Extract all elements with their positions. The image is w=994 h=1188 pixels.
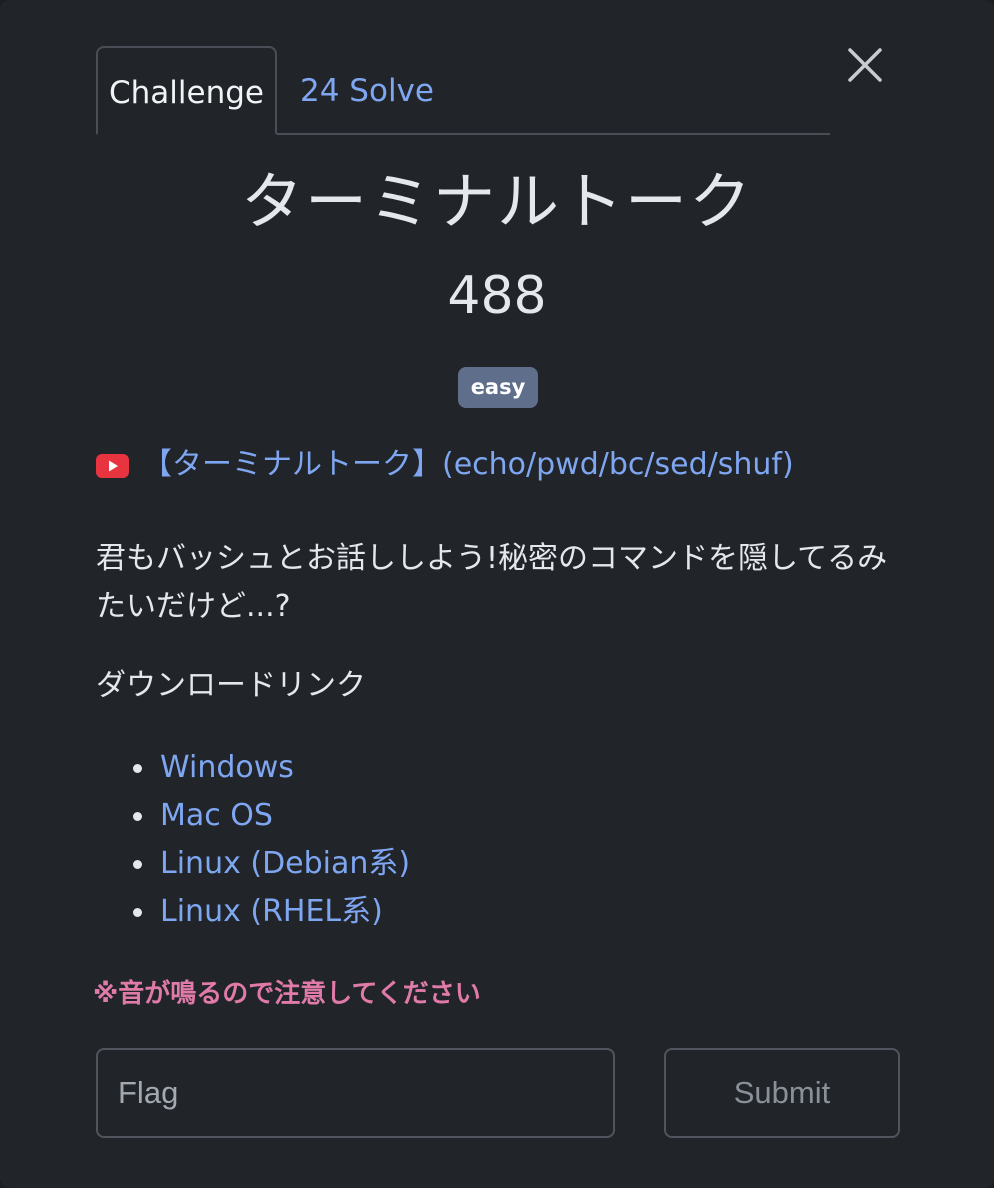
tab-challenge[interactable]: Challenge (96, 46, 277, 135)
bullet-icon (133, 908, 142, 917)
list-item: Linux (Debian系) (96, 840, 410, 888)
difficulty-badge: easy (458, 367, 538, 408)
close-button[interactable] (840, 40, 890, 90)
bullet-icon (133, 764, 142, 773)
flag-input[interactable] (96, 1048, 615, 1138)
list-item: Linux (RHEL系) (96, 888, 410, 936)
download-link-linux-rhel[interactable]: Linux (RHEL系) (160, 894, 383, 929)
youtube-icon (96, 454, 129, 478)
challenge-modal: Challenge 24 Solve ターミナルトーク 488 easy 【ター… (0, 0, 994, 1188)
tab-bar: Challenge 24 Solve (96, 46, 830, 135)
bullet-icon (133, 812, 142, 821)
submit-button[interactable]: Submit (664, 1048, 900, 1138)
download-heading: ダウンロードリンク (96, 668, 366, 703)
list-item: Windows (96, 744, 410, 792)
download-link-windows[interactable]: Windows (160, 750, 294, 785)
download-link-macos[interactable]: Mac OS (160, 798, 273, 833)
challenge-description: 君もバッシュとお話ししよう!秘密のコマンドを隠してるみたいだけど...? (96, 541, 888, 624)
tab-solves[interactable]: 24 Solve (300, 46, 434, 135)
bullet-icon (133, 860, 142, 869)
download-link-linux-debian[interactable]: Linux (Debian系) (160, 846, 410, 881)
challenge-points: 488 (447, 266, 547, 326)
close-icon (848, 48, 882, 82)
challenge-title: ターミナルトーク (240, 165, 753, 238)
list-item: Mac OS (96, 792, 410, 840)
download-list: Windows Mac OS Linux (Debian系) Linux (RH… (96, 744, 410, 936)
video-link[interactable]: 【ターミナルトーク】(echo/pwd/bc/sed/shuf) (142, 440, 794, 490)
sound-warning: ※音が鳴るので注意してください (93, 979, 481, 1009)
